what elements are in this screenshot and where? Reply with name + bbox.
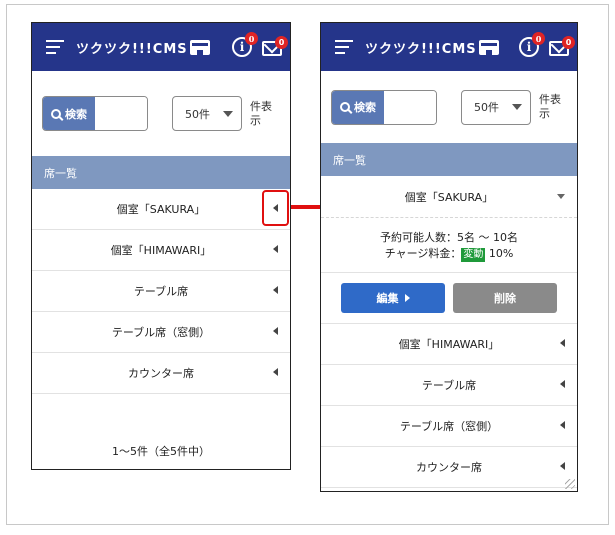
- chevron-right-icon: [404, 294, 410, 302]
- list-item[interactable]: テーブル席: [32, 271, 290, 312]
- seat-name: 個室「HIMAWARI」: [110, 244, 212, 257]
- seat-name: 個室「SAKURA」: [116, 203, 206, 216]
- seat-name: テーブル席（窓側）: [399, 420, 499, 433]
- per-page-value: 50件: [185, 107, 210, 121]
- list-item[interactable]: カウンター席: [32, 353, 290, 394]
- per-page-value: 50件: [474, 101, 499, 114]
- seat-name: テーブル席: [133, 285, 189, 298]
- charge-tag: 変動: [461, 248, 486, 262]
- shop-icon: [478, 39, 499, 55]
- search-input[interactable]: [384, 90, 436, 124]
- logo-text: ツクツク!!!CMS: [365, 41, 477, 57]
- edit-button-label: 編集: [376, 292, 399, 305]
- search-bar: 検索 50件 件表示: [321, 71, 577, 143]
- per-page-select[interactable]: 50件: [172, 96, 242, 131]
- charge-line: チャージ料金： 変動 10%: [321, 246, 577, 262]
- phone-screen-expanded: ツクツク!!!CMS i0 0 検索 50件 件表示 席一覧 個室「SAKURA…: [320, 22, 578, 492]
- seat-name: カウンター席: [128, 367, 194, 380]
- info-icon[interactable]: i0: [232, 32, 258, 57]
- list-item[interactable]: 個室「HIMAWARI」: [321, 324, 577, 365]
- menu-icon[interactable]: [335, 40, 353, 54]
- delete-button-label: 削除: [494, 292, 516, 305]
- info-glyph: i: [526, 40, 532, 54]
- search-group: 検索: [42, 96, 148, 131]
- seat-name: テーブル席（窓側）: [111, 326, 211, 339]
- list-item[interactable]: 個室「HIMAWARI」: [32, 230, 290, 271]
- chevron-down-icon: [512, 104, 522, 110]
- search-input[interactable]: [95, 97, 147, 130]
- section-title: 席一覧: [321, 143, 577, 176]
- seat-name: 個室「SAKURA」: [404, 190, 494, 204]
- phone-screen-collapsed: ツクツク!!!CMS i0 0 検索 50件 件表示 席一覧 個室「SAKURA…: [31, 22, 291, 470]
- highlight-box: [262, 190, 289, 226]
- expand-icon[interactable]: [560, 421, 565, 429]
- seat-name: 個室「HIMAWARI」: [398, 338, 500, 351]
- resize-grip-icon[interactable]: [565, 479, 575, 489]
- expand-icon[interactable]: [273, 368, 278, 376]
- list-item[interactable]: カウンター席: [321, 447, 577, 488]
- expand-icon[interactable]: [273, 286, 278, 294]
- list-item[interactable]: テーブル席: [321, 365, 577, 406]
- info-badge: 0: [532, 32, 545, 45]
- capacity-text: 予約可能人数：5名 〜 10名: [380, 231, 518, 244]
- shop-icon: [189, 39, 210, 55]
- search-button[interactable]: 検索: [332, 90, 384, 124]
- seat-details: 予約可能人数：5名 〜 10名 チャージ料金： 変動 10%: [321, 218, 577, 273]
- expand-icon[interactable]: [560, 339, 565, 347]
- seat-name: カウンター席: [416, 461, 482, 474]
- search-bar: 検索 50件 件表示: [32, 71, 290, 156]
- mail-badge: 0: [275, 36, 288, 49]
- search-group: 検索: [331, 89, 437, 125]
- search-icon: [51, 108, 61, 119]
- seat-name: テーブル席: [421, 379, 477, 392]
- per-page-select[interactable]: 50件: [461, 89, 531, 125]
- search-icon: [340, 102, 350, 112]
- expand-icon[interactable]: [273, 327, 278, 335]
- pagination-summary: 1〜5件（全5件中）: [112, 445, 210, 458]
- chevron-down-icon: [223, 110, 233, 117]
- charge-label: チャージ料金：: [384, 247, 462, 260]
- info-icon[interactable]: i0: [519, 32, 545, 57]
- list-item[interactable]: 個室「SAKURA」: [32, 189, 290, 230]
- collapse-icon[interactable]: [557, 194, 565, 199]
- list-item-expanded[interactable]: 個室「SAKURA」: [321, 176, 577, 217]
- info-glyph: i: [239, 40, 245, 54]
- mail-icon[interactable]: 0: [549, 36, 575, 56]
- app-logo[interactable]: ツクツク!!!CMS: [76, 38, 210, 57]
- mail-badge: 0: [562, 36, 575, 49]
- section-title: 席一覧: [32, 156, 290, 189]
- per-page-label: 件表示: [539, 93, 561, 120]
- search-button-label: 検索: [354, 101, 376, 114]
- app-header: ツクツク!!!CMS i0 0: [32, 23, 290, 71]
- expand-icon[interactable]: [560, 380, 565, 388]
- charge-value: 10%: [488, 247, 514, 260]
- list-item[interactable]: テーブル席（窓側）: [32, 312, 290, 353]
- search-button-label: 検索: [65, 107, 87, 121]
- menu-icon[interactable]: [46, 40, 64, 54]
- expand-icon[interactable]: [273, 245, 278, 253]
- app-logo[interactable]: ツクツク!!!CMS: [365, 38, 499, 57]
- list-item[interactable]: テーブル席（窓側）: [321, 406, 577, 447]
- info-badge: 0: [245, 32, 258, 45]
- per-page-label: 件表示: [250, 99, 272, 127]
- delete-button[interactable]: 削除: [453, 283, 557, 313]
- edit-button[interactable]: 編集: [341, 283, 445, 313]
- logo-text: ツクツク!!!CMS: [76, 41, 188, 57]
- arrow-line: [291, 205, 321, 209]
- app-header: ツクツク!!!CMS i0 0: [321, 23, 577, 71]
- action-bar: 編集 削除: [321, 273, 577, 324]
- mail-icon[interactable]: 0: [262, 36, 288, 56]
- search-button[interactable]: 検索: [43, 97, 95, 130]
- expand-icon[interactable]: [560, 462, 565, 470]
